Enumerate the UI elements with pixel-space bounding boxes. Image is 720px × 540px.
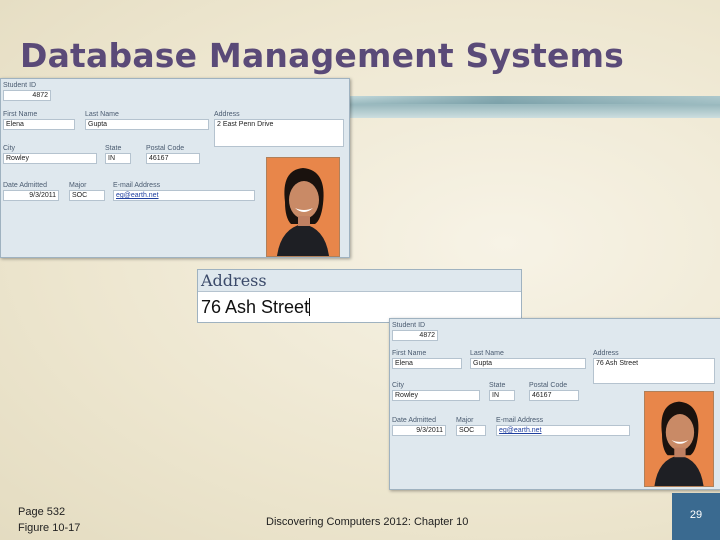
date-admitted-field[interactable]: 9/3/2011 — [3, 190, 59, 201]
student-id-label: Student ID — [392, 322, 426, 329]
major-field[interactable]: SOC — [69, 190, 105, 201]
postal-code-field[interactable]: 46167 — [529, 390, 579, 401]
city-label: City — [3, 145, 16, 152]
figure-ref-text: Figure 10-17 — [18, 522, 81, 534]
postal-code-label: Postal Code — [529, 382, 568, 389]
first-name-field[interactable]: Elena — [392, 358, 462, 369]
first-name-label: First Name — [392, 350, 427, 357]
date-admitted-field[interactable]: 9/3/2011 — [392, 425, 446, 436]
student-id-field[interactable]: 4872 — [3, 90, 51, 101]
zoom-address-input[interactable]: 76 Ash Street — [201, 294, 311, 320]
major-label: Major — [69, 182, 87, 189]
major-field[interactable]: SOC — [456, 425, 486, 436]
postal-code-field[interactable]: 46167 — [146, 153, 200, 164]
text-cursor — [309, 298, 311, 316]
state-field[interactable]: IN — [105, 153, 131, 164]
student-id-field[interactable]: 4872 — [392, 330, 438, 341]
zoom-address-value: 76 Ash Street — [201, 297, 310, 317]
first-name-label: First Name — [3, 111, 38, 118]
email-field[interactable]: eg@earth.net — [113, 190, 255, 201]
student-id-label: Student ID — [3, 82, 37, 89]
major-label: Major — [456, 417, 474, 424]
address-field[interactable]: 76 Ash Street — [593, 358, 715, 384]
zoom-address-label: Address — [198, 270, 521, 292]
decorative-ribbon-shade — [350, 96, 720, 104]
last-name-label: Last Name — [85, 111, 119, 118]
state-field[interactable]: IN — [489, 390, 515, 401]
city-field[interactable]: Rowley — [3, 153, 97, 164]
city-field[interactable]: Rowley — [392, 390, 480, 401]
student-form-after: Student ID 4872 First Name Elena Last Na… — [389, 318, 720, 490]
city-label: City — [392, 382, 405, 389]
email-label: E-mail Address — [113, 182, 161, 189]
last-name-field[interactable]: Gupta — [470, 358, 586, 369]
student-portrait-image — [645, 392, 713, 486]
slide-title: Database Management Systems — [20, 36, 625, 75]
date-admitted-label: Date Admitted — [392, 417, 436, 424]
address-field[interactable]: 2 East Penn Drive — [214, 119, 344, 147]
student-form-before: Student ID 4872 First Name Elena Last Na… — [0, 78, 350, 258]
student-photo — [266, 157, 340, 257]
email-field[interactable]: eg@earth.net — [496, 425, 630, 436]
address-label: Address — [593, 350, 619, 357]
address-label: Address — [214, 111, 240, 118]
student-photo — [644, 391, 714, 487]
email-label: E-mail Address — [496, 417, 544, 424]
state-label: State — [489, 382, 506, 389]
date-admitted-label: Date Admitted — [3, 182, 47, 189]
postal-code-label: Postal Code — [146, 145, 185, 152]
first-name-field[interactable]: Elena — [3, 119, 75, 130]
page-number-badge: 29 — [672, 493, 720, 540]
last-name-field[interactable]: Gupta — [85, 119, 209, 130]
page-reference: Page 532 Figure 10-17 — [18, 504, 80, 536]
student-portrait-image — [267, 158, 339, 256]
footer-text: Discovering Computers 2012: Chapter 10 — [266, 516, 469, 528]
page-ref-text: Page 532 — [18, 506, 66, 518]
address-field-zoom: Address 76 Ash Street — [197, 269, 522, 323]
state-label: State — [105, 145, 122, 152]
last-name-label: Last Name — [470, 350, 504, 357]
